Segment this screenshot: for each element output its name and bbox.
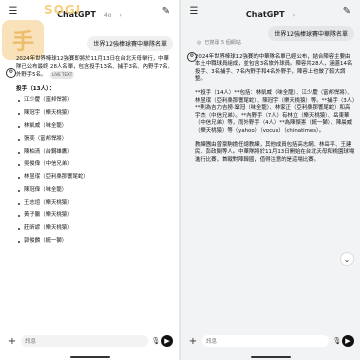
split-screen: 手 SOGI ☰ ChatGPT 4o › ✎ 世界12強棒球賽中華隊名單 ⚙ …	[0, 0, 360, 360]
user-message: 世界12強棒球賽中華隊名單	[268, 26, 354, 41]
home-indicator	[70, 356, 110, 358]
list-item: 陳冠偉（味全龍）	[18, 187, 174, 195]
pitchers-list: 江少慶（富邦悍將） 陳冠宇（樂天桃猿） 林凱威（味全龍） 張奕（富邦悍將） 陳柏…	[18, 97, 174, 245]
chevron-down-icon[interactable]: ⌄	[340, 252, 354, 266]
chat-header: ☰ ChatGPT 4o › ✎	[0, 0, 179, 22]
model-version: 4o	[103, 11, 112, 19]
assistant-message: ⚙ ◎ 已搜尋 5 個網站 2024年世界棒球12強賽的中華隊名單已經公布，結合…	[187, 40, 355, 170]
mic-icon[interactable]: 🎙	[332, 336, 342, 346]
message-input-bar: + 訊息 🎙 ▶	[187, 334, 354, 348]
list-item: 吳俊偉（中信兄弟）	[18, 161, 174, 169]
list-item: 林昱珉（亞利桑那響尾蛇）	[18, 174, 174, 182]
chatgpt-avatar-icon: ⚙	[6, 68, 16, 78]
watermark-glyph: 手	[11, 30, 34, 55]
mic-icon[interactable]: 🎙	[151, 336, 161, 346]
chatgpt-avatar-icon: ⚙	[187, 52, 197, 62]
list-item: 張奕（富邦悍將）	[18, 136, 174, 144]
chat-header: ☰ ChatGPT › ✎	[181, 0, 360, 22]
list-item: 江少慶（富邦悍將）	[18, 97, 174, 105]
list-item: 黃子鵬（樂天桃猿）	[18, 212, 174, 220]
user-message: 世界12強棒球賽中華隊名單	[87, 36, 173, 51]
chevron-right-icon: ›	[292, 11, 296, 19]
home-indicator	[251, 356, 291, 358]
plus-icon[interactable]: +	[187, 335, 199, 347]
chevron-right-icon: ›	[119, 11, 122, 19]
menu-icon[interactable]: ☰	[6, 4, 20, 18]
intro-paragraph: 2024年世界棒球12強賽即將於11月13日在台北天母舉行，中華隊已公布最終 2…	[16, 56, 174, 79]
edit-icon[interactable]: ✎	[159, 4, 173, 18]
assistant-message: ⚙ 2024年世界棒球12強賽即將於11月13日在台北天母舉行，中華隊已公布最終…	[6, 56, 174, 251]
list-item: 陳柏清（台鋼雄鷹）	[18, 149, 174, 157]
search-globe-icon: ◎	[197, 40, 202, 46]
coaches-paragraph: 教練團由曾豪駒擔任總教練，其他成員包括高志綱、林岳平、王建民、彭政閔等人。中華隊…	[195, 141, 355, 163]
sogi-watermark-logo: 手	[2, 20, 44, 60]
send-icon[interactable]: ▶	[161, 335, 173, 347]
right-chat-panel: ☰ ChatGPT › ✎ 世界12強棒球賽中華隊名單 ⚙ ◎ 已搜尋 5 個網…	[181, 0, 360, 360]
message-input[interactable]: 訊息	[202, 335, 329, 347]
live-text-badge[interactable]: LIVE TEXT	[50, 71, 75, 79]
plus-icon[interactable]: +	[6, 335, 18, 347]
message-input-bar: + 訊息 🎙 ▶	[6, 334, 173, 348]
menu-icon[interactable]: ☰	[187, 4, 201, 18]
list-item: 王志煊（樂天桃猿）	[18, 200, 174, 208]
list-item: 莊昕諺（樂天桃猿）	[18, 225, 174, 233]
app-title: ChatGPT	[245, 9, 285, 19]
list-item: 林凱威（味全龍）	[18, 123, 174, 131]
left-chat-panel: 手 SOGI ☰ ChatGPT 4o › ✎ 世界12強棒球賽中華隊名單 ⚙ …	[0, 0, 179, 360]
roster-paragraph: **投手（14人）**包括：林凱威（味全龍）、江少慶（富邦悍將）、林昱珉（亞利桑…	[195, 89, 355, 134]
pitchers-heading: 投手（13人）：	[16, 85, 55, 92]
list-item: 郭俊麟（統一獅）	[18, 238, 174, 246]
summary-paragraph: 2024年世界棒球12強賽的中華隊名單已經公布，結合陣容主要由本土中職球員組成，…	[195, 53, 353, 83]
sogi-watermark-text: SOGI	[44, 3, 82, 17]
title-group[interactable]: ChatGPT ›	[246, 2, 295, 21]
list-item: 陳冠宇（樂天桃猿）	[18, 110, 174, 118]
message-input[interactable]: 訊息	[21, 335, 148, 347]
edit-icon[interactable]: ✎	[340, 4, 354, 18]
search-sources-label[interactable]: ◎ 已搜尋 5 個網站	[197, 40, 355, 48]
send-icon[interactable]: ▶	[342, 335, 354, 347]
